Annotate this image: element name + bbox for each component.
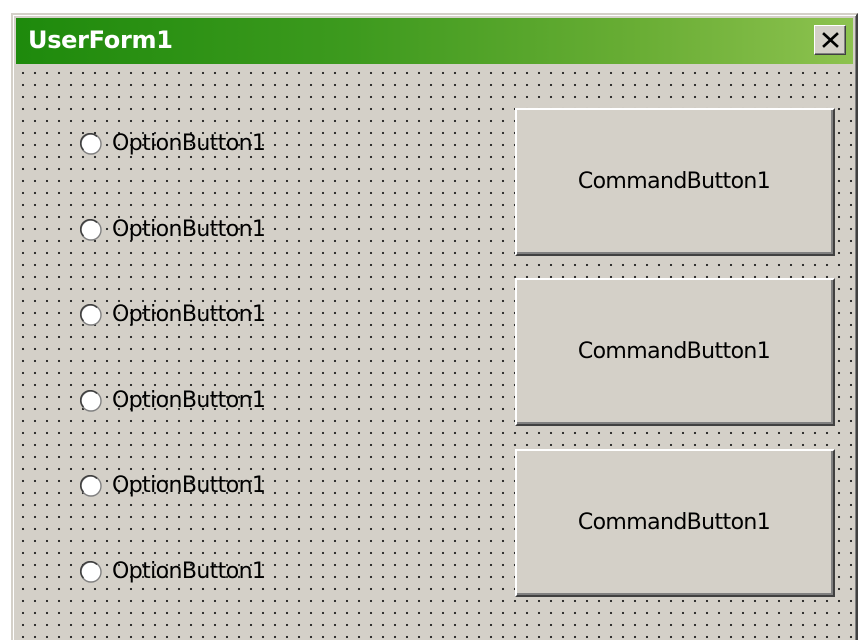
option-button-2[interactable]: OptionButton1 <box>68 206 318 254</box>
option-button-4[interactable]: OptionButton1 <box>68 377 318 425</box>
userform-window: UserForm1 OptionButton1 OptionButton1 Op… <box>11 13 858 640</box>
command-button-2[interactable]: CommandButton1 <box>515 278 835 426</box>
window-title: UserForm1 <box>28 26 173 54</box>
command-button-label: CommandButton1 <box>577 339 771 364</box>
radio-unchecked-icon <box>80 390 102 412</box>
option-button-label: OptionButton1 <box>112 388 266 413</box>
command-button-label: CommandButton1 <box>577 169 771 194</box>
radio-unchecked-icon <box>80 561 102 583</box>
option-button-label: OptionButton1 <box>112 473 266 498</box>
option-button-label: OptionButton1 <box>112 559 266 584</box>
command-button-1[interactable]: CommandButton1 <box>515 108 835 256</box>
option-button-6[interactable]: OptionButton1 <box>68 548 318 596</box>
radio-unchecked-icon <box>80 219 102 241</box>
option-button-1[interactable]: OptionButton1 <box>68 120 318 168</box>
option-button-label: OptionButton1 <box>112 217 266 242</box>
command-button-3[interactable]: CommandButton1 <box>515 449 835 597</box>
close-icon <box>822 32 839 48</box>
option-button-label: OptionButton1 <box>112 131 266 156</box>
close-button[interactable] <box>814 25 846 55</box>
radio-unchecked-icon <box>80 475 102 497</box>
option-button-5[interactable]: OptionButton1 <box>68 462 318 510</box>
radio-unchecked-icon <box>80 133 102 155</box>
title-bar[interactable]: UserForm1 <box>16 18 853 64</box>
option-button-3[interactable]: OptionButton1 <box>68 291 318 339</box>
radio-unchecked-icon <box>80 304 102 326</box>
form-design-surface[interactable]: OptionButton1 OptionButton1 OptionButton… <box>16 64 853 640</box>
option-button-label: OptionButton1 <box>112 302 266 327</box>
command-button-label: CommandButton1 <box>577 510 771 535</box>
